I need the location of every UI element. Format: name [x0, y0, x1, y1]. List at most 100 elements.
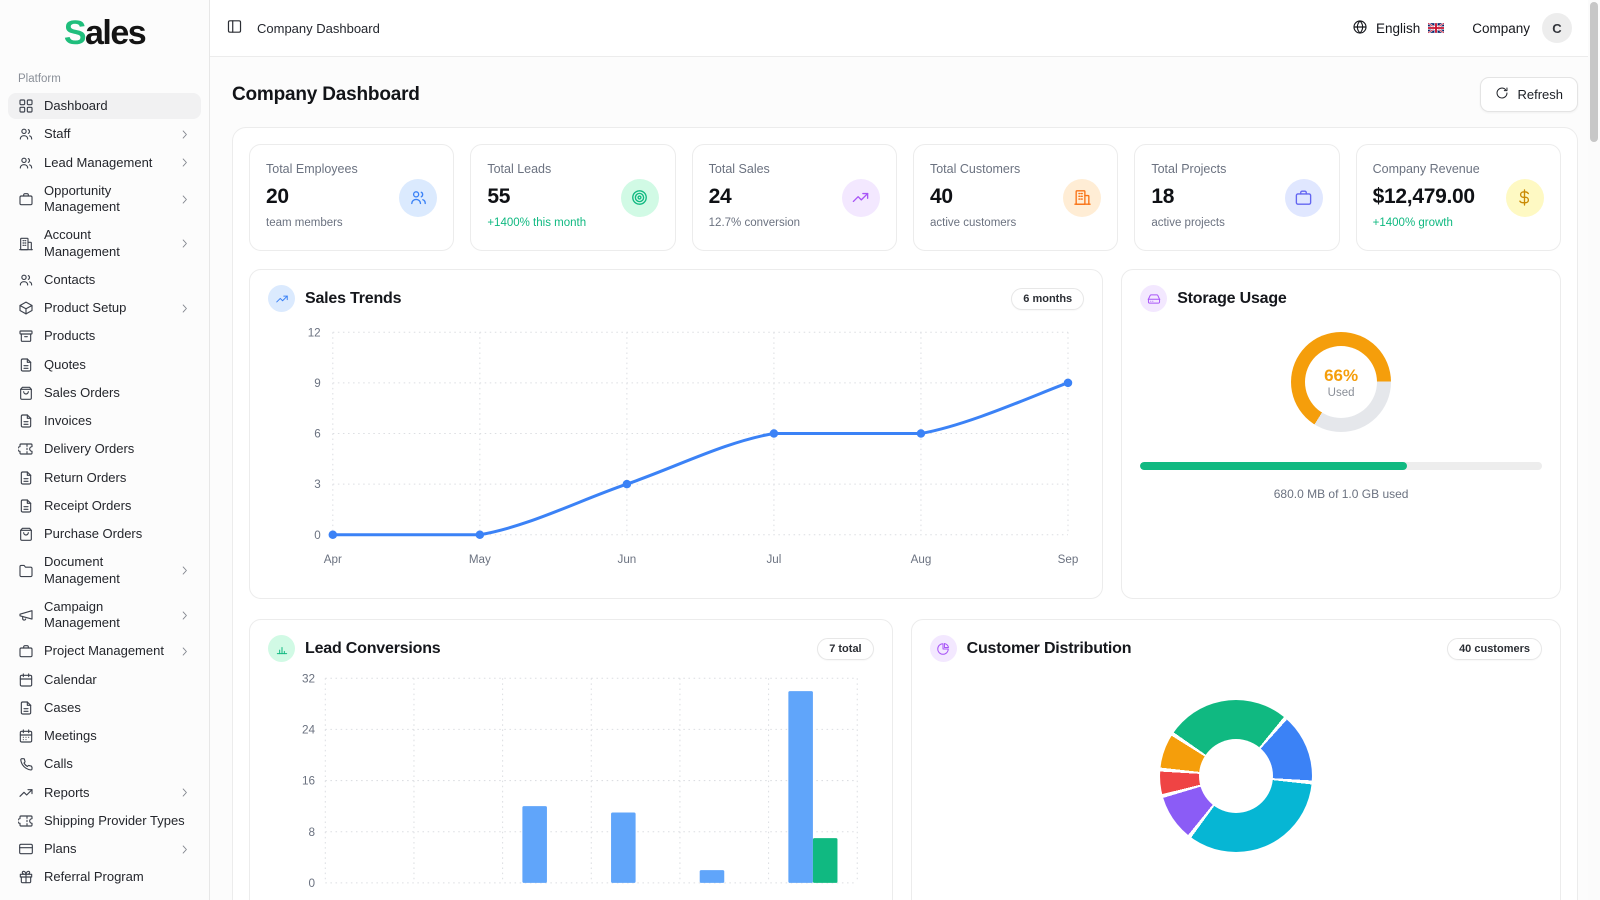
- chevright-icon: [178, 564, 191, 577]
- sidebar-item-label: Account Management: [44, 227, 168, 260]
- sidebar-toggle-button[interactable]: [226, 18, 243, 38]
- language-selector[interactable]: English: [1352, 19, 1444, 38]
- sidebar-item-calendar[interactable]: Calendar: [8, 667, 201, 693]
- storage-caption: 680.0 MB of 1.0 GB used: [1140, 487, 1542, 501]
- sidebar-item-invoices[interactable]: Invoices: [8, 408, 201, 434]
- briefcase-icon: [18, 643, 34, 659]
- building-icon: [1073, 188, 1092, 207]
- svg-text:0: 0: [309, 877, 316, 890]
- brand-rest: ales: [85, 14, 145, 52]
- sidebar-item-project-management[interactable]: Project Management: [8, 638, 201, 664]
- briefcase-icon: [18, 191, 34, 207]
- avatar[interactable]: C: [1542, 13, 1572, 43]
- sidebar-item-label: Invoices: [44, 413, 191, 429]
- stat-sub: +1400% growth: [1373, 217, 1544, 229]
- barchart-icon: [275, 642, 289, 656]
- sidebar-item-dashboard[interactable]: Dashboard: [8, 93, 201, 119]
- chevright-icon: [178, 193, 191, 206]
- sidebar-item-calls[interactable]: Calls: [8, 751, 201, 777]
- svg-text:May: May: [469, 553, 491, 566]
- grid-icon: [18, 98, 34, 114]
- dollar-icon: [1515, 188, 1534, 207]
- window-scrollbar[interactable]: [1588, 0, 1600, 900]
- sidebar-item-label: Purchase Orders: [44, 526, 191, 542]
- sidebar-item-cases[interactable]: Cases: [8, 695, 201, 721]
- svg-text:6: 6: [314, 428, 320, 441]
- sidebar-item-delivery-orders[interactable]: Delivery Orders: [8, 436, 201, 462]
- scrollbar-thumb[interactable]: [1590, 2, 1598, 142]
- chevright-icon: [178, 156, 191, 169]
- stat-sub: active customers: [930, 217, 1101, 229]
- chevright-icon: [178, 609, 191, 622]
- topbar: Company Dashboard English Company: [210, 0, 1600, 57]
- customer-distribution-donut: [1160, 700, 1312, 852]
- sidebar-item-meetings[interactable]: Meetings: [8, 723, 201, 749]
- pie-chart-icon: [930, 635, 957, 662]
- chevright-icon: [178, 237, 191, 250]
- phone-icon: [18, 756, 34, 772]
- stats-row: Total Employees20team membersTotal Leads…: [249, 144, 1561, 251]
- sidebar-item-shipping-provider-types[interactable]: Shipping Provider Types: [8, 808, 201, 834]
- file-icon: [18, 357, 34, 373]
- sidebar-item-label: Staff: [44, 126, 168, 142]
- svg-text:Apr: Apr: [324, 553, 342, 566]
- account-menu[interactable]: Company C: [1472, 13, 1572, 43]
- users-icon: [18, 126, 34, 142]
- folder-icon: [18, 563, 34, 579]
- lead-conversions-chart: 08162432AprMayJunJulAugSep: [268, 666, 874, 900]
- sidebar-item-sales-orders[interactable]: Sales Orders: [8, 380, 201, 406]
- sidebar-item-quotes[interactable]: Quotes: [8, 352, 201, 378]
- sidebar-item-reports[interactable]: Reports: [8, 780, 201, 806]
- sidebar-item-plans[interactable]: Plans: [8, 836, 201, 862]
- sidebar-item-purchase-orders[interactable]: Purchase Orders: [8, 521, 201, 547]
- sidebar-item-label: Lead Management: [44, 155, 168, 171]
- hard-drive-icon: [1140, 285, 1167, 312]
- storage-donut: 66% Used: [1291, 332, 1391, 432]
- sidebar-item-label: Document Management: [44, 554, 168, 587]
- sidebar-item-products[interactable]: Products: [8, 323, 201, 349]
- calendar2-icon: [18, 728, 34, 744]
- chevright-icon: [178, 128, 191, 141]
- chevright-icon: [178, 302, 191, 315]
- sidebar-item-receipt-orders[interactable]: Receipt Orders: [8, 493, 201, 519]
- file-icon: [18, 470, 34, 486]
- customer-distribution-title: Customer Distribution: [967, 640, 1132, 658]
- sidebar-item-opportunity-management[interactable]: Opportunity Management: [8, 178, 201, 221]
- users-icon: [18, 155, 34, 171]
- stat-label: Total Customers: [930, 162, 1101, 176]
- sidebar-item-label: Sales Orders: [44, 385, 191, 401]
- sidebar-item-document-management[interactable]: Document Management: [8, 549, 201, 592]
- stat-label: Total Leads: [487, 162, 658, 176]
- trending-up-icon: [268, 285, 295, 312]
- storage-usage-card: Storage Usage 66% Used 680.0 MB: [1121, 269, 1561, 599]
- lead-conversions-card: Lead Conversions 7 total 08162432AprMayJ…: [249, 619, 893, 900]
- svg-text:16: 16: [302, 775, 316, 788]
- language-label: English: [1376, 21, 1420, 36]
- sidebar-item-product-setup[interactable]: Product Setup: [8, 295, 201, 321]
- sidebar: Sales Platform DashboardStaffLead Manage…: [0, 0, 210, 900]
- sidebar-nav: Dashboard Staff Lead Management Opportunity…: [8, 93, 201, 891]
- dashboard-panel: Total Employees20team membersTotal Leads…: [232, 127, 1578, 900]
- stat-sub: +1400% this month: [487, 217, 658, 229]
- chevright-icon: [178, 786, 191, 799]
- sidebar-item-lead-management[interactable]: Lead Management: [8, 150, 201, 176]
- globe-icon: [1352, 19, 1368, 35]
- sidebar-item-label: Opportunity Management: [44, 183, 168, 216]
- storage-progress-bar: [1140, 462, 1542, 470]
- storage-percent: 66%: [1324, 366, 1358, 386]
- sidebar-item-account-management[interactable]: Account Management: [8, 222, 201, 265]
- harddrive-icon: [1147, 292, 1161, 306]
- brand-logo[interactable]: Sales: [8, 14, 201, 53]
- sidebar-item-referral-program[interactable]: Referral Program: [8, 864, 201, 890]
- stat-card-total-sales: Total Sales2412.7% conversion: [692, 144, 897, 251]
- storage-used-label: Used: [1328, 387, 1355, 399]
- panelleft-icon: [226, 18, 243, 35]
- sidebar-item-contacts[interactable]: Contacts: [8, 267, 201, 293]
- sales-trends-chart: 036912AprMayJunJulAugSep: [268, 316, 1084, 591]
- file-icon: [18, 498, 34, 514]
- sidebar-item-return-orders[interactable]: Return Orders: [8, 465, 201, 491]
- trend-icon: [851, 188, 870, 207]
- refresh-button[interactable]: Refresh: [1480, 77, 1578, 112]
- sidebar-item-staff[interactable]: Staff: [8, 121, 201, 147]
- sidebar-item-campaign-management[interactable]: Campaign Management: [8, 594, 201, 637]
